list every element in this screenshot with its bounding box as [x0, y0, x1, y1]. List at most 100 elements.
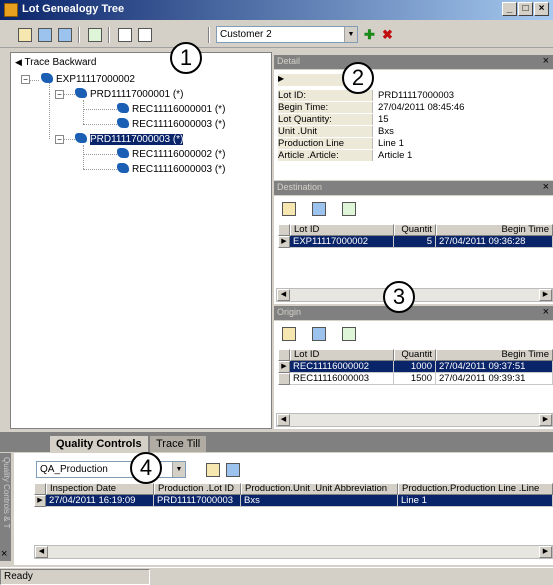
- col-quantity[interactable]: Quantit: [394, 349, 436, 361]
- tab-trace-till[interactable]: Trace Till: [150, 436, 207, 452]
- origin-header: Origin ×: [274, 306, 553, 320]
- grid-icon[interactable]: [312, 202, 326, 216]
- col-lot-id[interactable]: Lot ID: [290, 224, 394, 236]
- origin-grid[interactable]: Lot ID Quantit Begin Time ▶ REC111160000…: [278, 349, 553, 409]
- main-toolbar: Customer 2 ▼ ✚ ✖: [0, 22, 553, 48]
- table-cell[interactable]: 1000: [394, 361, 436, 373]
- lot-icon: [41, 73, 53, 83]
- edit-icon[interactable]: [206, 463, 220, 477]
- maximize-button[interactable]: □: [518, 2, 533, 16]
- table-cell[interactable]: EXP11117000002: [290, 236, 394, 248]
- table-cell[interactable]: PRD11117000003: [154, 495, 241, 507]
- table-cell[interactable]: 1500: [394, 373, 436, 385]
- table-cell[interactable]: 27/04/2011 09:36:28: [436, 236, 553, 248]
- customer-select-value: Customer 2: [220, 29, 272, 40]
- window-title: Lot Genealogy Tree: [22, 3, 125, 15]
- scroll-right-icon[interactable]: ▶: [539, 414, 552, 426]
- remove-person-icon[interactable]: ✖: [382, 27, 393, 43]
- table-cell[interactable]: 27/04/2011 09:39:31: [436, 373, 553, 385]
- edit-icon[interactable]: [282, 327, 296, 341]
- collapse-toggle[interactable]: −: [55, 135, 64, 144]
- title-bar: Lot Genealogy Tree _ □ ×: [0, 0, 553, 20]
- customer-select[interactable]: Customer 2 ▼: [216, 26, 358, 43]
- add-person-icon[interactable]: ✚: [364, 27, 375, 43]
- tab-quality-controls[interactable]: Quality Controls: [50, 436, 148, 452]
- scroll-right-icon[interactable]: ▶: [539, 546, 552, 558]
- import-icon[interactable]: [118, 28, 132, 42]
- status-bar: Ready: [0, 567, 553, 585]
- export-icon[interactable]: [138, 28, 152, 42]
- horizontal-scrollbar[interactable]: ◀ ▶: [276, 413, 553, 427]
- detail-panel: ▶ Lot ID: PRD11117000003 Begin Time: 27/04…: [274, 70, 553, 180]
- chevron-down-icon[interactable]: ▼: [344, 27, 357, 42]
- horizontal-scrollbar[interactable]: ◀ ▶: [34, 545, 553, 559]
- lot-icon: [117, 103, 129, 113]
- origin-close-button[interactable]: ×: [543, 306, 549, 318]
- tree-node-selected[interactable]: PRD11117000003 (*): [75, 133, 185, 146]
- destination-grid[interactable]: Lot ID Quantit Begin Time ▶ EXP111170000…: [278, 224, 553, 284]
- tree-node[interactable]: REC11116000003 (*): [117, 163, 225, 176]
- layout-icon[interactable]: [58, 28, 72, 42]
- row-indicator-icon: ▶: [34, 495, 46, 507]
- refresh-icon[interactable]: [342, 202, 356, 216]
- quality-controls-panel: QA_Production ▼ Inspection Date Producti…: [14, 453, 553, 565]
- lot-icon: [75, 88, 87, 98]
- col-production-line[interactable]: Production.Production Line .Line: [398, 483, 553, 495]
- scroll-left-icon[interactable]: ◀: [277, 414, 290, 426]
- table-cell[interactable]: REC11116000002: [290, 361, 394, 373]
- genealogy-tree[interactable]: ◀ Trace Backward − EXP11117000002 − PRD1…: [10, 52, 272, 429]
- table-cell[interactable]: 27/04/2011 16:19:09: [46, 495, 154, 507]
- edit-icon[interactable]: [18, 28, 32, 42]
- chevron-down-icon[interactable]: ▼: [172, 462, 185, 477]
- refresh-icon[interactable]: [342, 327, 356, 341]
- window-icon[interactable]: [38, 28, 52, 42]
- callout-marker: 2: [342, 62, 374, 94]
- lot-icon: [117, 148, 129, 158]
- col-quantity[interactable]: Quantit: [394, 224, 436, 236]
- scroll-left-icon[interactable]: ◀: [35, 546, 48, 558]
- table-cell[interactable]: REC11116000003: [290, 373, 394, 385]
- qa-select-value: QA_Production: [40, 464, 108, 475]
- minimize-button[interactable]: _: [502, 2, 517, 16]
- side-close-button[interactable]: ×: [1, 548, 7, 560]
- col-inspection-date[interactable]: Inspection Date: [46, 483, 154, 495]
- app-icon: [4, 3, 18, 17]
- destination-panel: Lot ID Quantit Begin Time ▶ EXP111170000…: [274, 196, 553, 304]
- refresh-icon[interactable]: [88, 28, 102, 42]
- scroll-right-icon[interactable]: ▶: [539, 289, 552, 301]
- edit-icon[interactable]: [282, 202, 296, 216]
- detail-close-button[interactable]: ×: [543, 55, 549, 67]
- table-cell[interactable]: 5: [394, 236, 436, 248]
- collapse-toggle[interactable]: −: [21, 75, 30, 84]
- tree-node[interactable]: EXP11117000002: [41, 73, 135, 86]
- collapse-toggle[interactable]: −: [55, 90, 64, 99]
- col-unit-abbreviation[interactable]: Production.Unit .Unit Abbreviation: [241, 483, 398, 495]
- row-indicator-icon: ▶: [278, 236, 290, 248]
- lot-icon: [117, 163, 129, 173]
- tree-node[interactable]: REC11116000002 (*): [117, 148, 225, 161]
- lot-icon: [117, 118, 129, 128]
- tree-node[interactable]: REC11116000003 (*): [117, 118, 225, 131]
- col-production-lot-id[interactable]: Production .Lot ID: [154, 483, 241, 495]
- table-cell[interactable]: 27/04/2011 09:37:51: [436, 361, 553, 373]
- col-begin-time[interactable]: Begin Time: [436, 224, 553, 236]
- quality-grid[interactable]: Inspection Date Production .Lot ID Produ…: [34, 483, 553, 543]
- table-cell[interactable]: Bxs: [241, 495, 398, 507]
- destination-close-button[interactable]: ×: [543, 181, 549, 193]
- qa-select[interactable]: QA_Production ▼: [36, 461, 186, 478]
- window-icon[interactable]: [226, 463, 240, 477]
- side-panel-strip[interactable]: Quality Controls & T: [0, 453, 11, 561]
- tree-node[interactable]: PRD11117000001 (*): [75, 88, 183, 101]
- scroll-left-icon[interactable]: ◀: [277, 289, 290, 301]
- col-begin-time[interactable]: Begin Time: [436, 349, 553, 361]
- col-lot-id[interactable]: Lot ID: [290, 349, 394, 361]
- tree-root[interactable]: ◀ Trace Backward: [15, 56, 96, 69]
- grid-icon[interactable]: [312, 327, 326, 341]
- callout-marker: 1: [170, 42, 202, 74]
- tree-node[interactable]: REC11116000001 (*): [117, 103, 225, 116]
- table-cell[interactable]: Line 1: [398, 495, 553, 507]
- lot-icon: [75, 133, 87, 143]
- close-button[interactable]: ×: [534, 2, 549, 16]
- destination-header: Destination ×: [274, 181, 553, 195]
- detail-header: Detail ×: [274, 55, 553, 69]
